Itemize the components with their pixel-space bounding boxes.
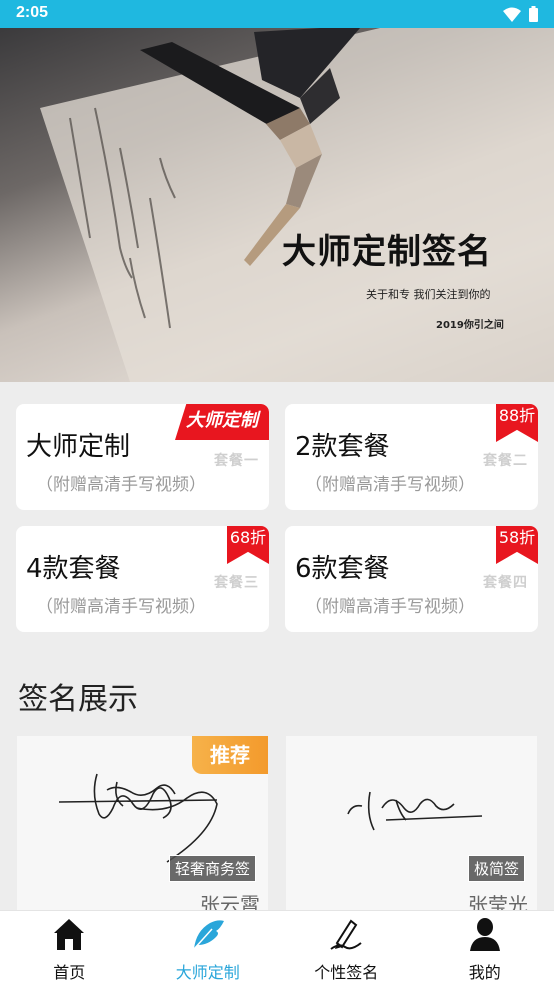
signature-style-badge: 轻奢商务签 (169, 855, 257, 882)
hero-banner[interactable]: 大师定制签名 关于和专 我们关注到你的 2019你引之间 (0, 28, 554, 382)
feather-icon (193, 920, 224, 950)
package-title: 6款套餐 (295, 554, 390, 584)
package-tag: 套餐二 (483, 453, 528, 469)
signature-card-2[interactable]: 极简签 张莹光 (286, 736, 537, 912)
package-subtitle: （附赠高清手写视频） (305, 475, 475, 495)
wifi-icon (503, 7, 521, 22)
tab-label: 个性签名 (314, 963, 379, 982)
battery-icon (529, 6, 538, 22)
banner-title: 大师定制签名 (282, 232, 492, 272)
package-subtitle: （附赠高清手写视频） (36, 597, 206, 617)
discount-ribbon: 58折 (496, 526, 538, 564)
package-card-4[interactable]: 58折 6款套餐 套餐四 （附赠高清手写视频） (285, 526, 538, 632)
bottom-tab-bar: 首页 大师定制 个性签名 我的 (0, 910, 554, 986)
tab-mine[interactable]: 我的 (416, 911, 554, 986)
package-subtitle: （附赠高清手写视频） (305, 597, 475, 617)
package-subtitle: （附赠高清手写视频） (36, 475, 206, 495)
package-tag: 套餐三 (214, 575, 259, 591)
tab-home[interactable]: 首页 (0, 911, 139, 986)
package-card-1[interactable]: 大师定制 大师定制 套餐一 （附赠高清手写视频） (16, 404, 269, 510)
tab-label: 我的 (468, 963, 501, 982)
package-title: 大师定制 (26, 432, 131, 462)
package-tag: 套餐四 (483, 575, 528, 591)
status-icons (503, 6, 538, 22)
package-title: 4款套餐 (26, 554, 121, 584)
package-title: 2款套餐 (295, 432, 390, 462)
banner-subtitle: 关于和专 我们关注到你的 (366, 288, 491, 301)
tab-label: 首页 (53, 963, 86, 982)
signature-style-badge: 极简签 (468, 855, 526, 882)
tab-personal-signature[interactable]: 个性签名 (277, 911, 416, 986)
signature-card-1[interactable]: 推荐 轻奢商务签 张云霄 (17, 736, 268, 912)
recommend-badge: 推荐 (192, 736, 268, 774)
package-tag: 套餐一 (214, 453, 259, 469)
user-icon (469, 918, 500, 951)
tab-label: 大师定制 (175, 963, 240, 982)
signature-name: 张莹光 (468, 893, 528, 912)
package-card-3[interactable]: 68折 4款套餐 套餐三 （附赠高清手写视频） (16, 526, 269, 632)
package-ribbon: 大师定制 (175, 404, 269, 440)
status-time: 2:05 (16, 4, 49, 21)
status-bar: 2:05 (0, 0, 554, 28)
discount-ribbon: 88折 (496, 404, 538, 442)
pen-icon (330, 919, 362, 950)
signature-image (347, 791, 483, 831)
package-card-2[interactable]: 88折 2款套餐 套餐二 （附赠高清手写视频） (285, 404, 538, 510)
discount-ribbon: 68折 (227, 526, 269, 564)
showcase-title: 签名展示 (18, 682, 138, 717)
tab-master-custom[interactable]: 大师定制 (139, 911, 278, 986)
home-icon (54, 919, 85, 950)
banner-year: 2019你引之间 (436, 320, 504, 331)
signature-name: 张云霄 (200, 893, 260, 912)
